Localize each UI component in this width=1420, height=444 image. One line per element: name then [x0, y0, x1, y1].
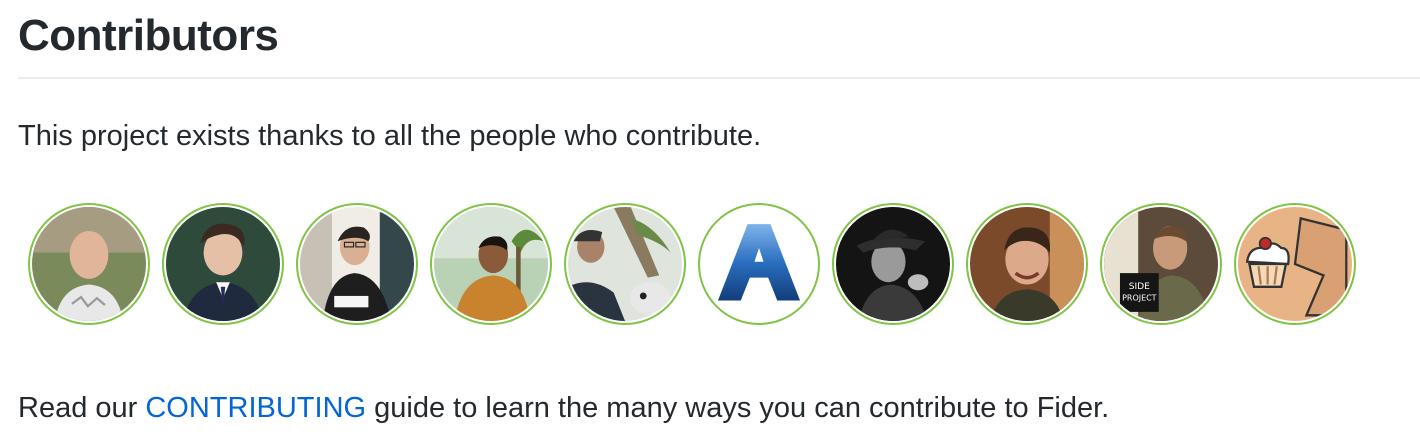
person-avatar-icon	[568, 207, 682, 321]
contributor-avatar-1[interactable]	[28, 203, 150, 325]
contributor-avatar-2[interactable]	[162, 203, 284, 325]
intro-text: This project exists thanks to all the pe…	[18, 120, 762, 152]
svg-text:SIDE: SIDE	[1129, 282, 1150, 292]
person-avatar-icon	[166, 207, 280, 321]
contributor-avatar-5[interactable]	[564, 203, 686, 325]
letter-a-logo-icon	[702, 207, 816, 321]
contributor-avatar-10[interactable]	[1234, 203, 1356, 325]
person-avatar-icon: SIDE PROJECT	[1104, 207, 1218, 321]
person-avatar-icon	[970, 207, 1084, 321]
person-avatar-icon	[434, 207, 548, 321]
contributor-avatar-9[interactable]: SIDE PROJECT	[1100, 203, 1222, 325]
contributor-avatar-6[interactable]	[698, 203, 820, 325]
footer-prefix: Read our	[18, 392, 146, 424]
contributing-guide-text: Read our CONTRIBUTING guide to learn the…	[18, 388, 1109, 428]
person-avatar-icon	[300, 207, 414, 321]
person-avatar-icon	[836, 207, 950, 321]
contributor-avatar-3[interactable]	[296, 203, 418, 325]
cupcake-avatar-icon	[1238, 207, 1352, 321]
heading-divider	[18, 77, 1420, 79]
contributor-avatars: SIDE PROJECT	[28, 203, 1356, 325]
person-avatar-icon	[32, 207, 146, 321]
contributor-avatar-8[interactable]	[966, 203, 1088, 325]
svg-text:PROJECT: PROJECT	[1122, 293, 1157, 302]
contributing-link[interactable]: CONTRIBUTING	[145, 392, 366, 424]
contributor-avatar-4[interactable]	[430, 203, 552, 325]
contributors-heading: Contributors	[18, 11, 279, 60]
footer-suffix: guide to learn the many ways you can con…	[366, 392, 1110, 424]
contributor-avatar-7[interactable]	[832, 203, 954, 325]
